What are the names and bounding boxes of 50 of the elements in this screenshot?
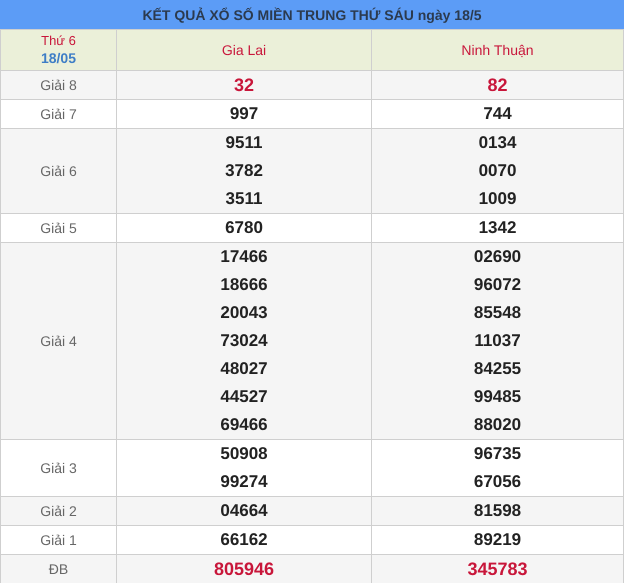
- lottery-number: 3511: [226, 188, 262, 210]
- date-label: 18/05: [40, 49, 76, 68]
- prize-label: Giải 5: [40, 220, 77, 236]
- lottery-number: 32: [234, 74, 254, 97]
- lottery-number: 0134: [478, 132, 516, 154]
- prize-label: Giải 1: [40, 532, 77, 548]
- lottery-number: 48027: [220, 358, 268, 380]
- lottery-number: 67056: [474, 471, 522, 493]
- lottery-number: 744: [483, 103, 512, 125]
- province-header: Gia Lai: [222, 42, 266, 58]
- lottery-number: 99485: [474, 386, 522, 408]
- lottery-number: 345783: [467, 558, 528, 581]
- lottery-number: 89219: [474, 529, 522, 551]
- lottery-number: 50908: [220, 443, 268, 465]
- lottery-number: 02690: [474, 246, 522, 268]
- lottery-number: 20043: [220, 302, 268, 324]
- prize-label: Giải 3: [40, 460, 77, 476]
- lottery-number: 96072: [474, 274, 522, 296]
- lottery-number: 6780: [225, 217, 263, 239]
- lottery-number: 11037: [474, 330, 521, 352]
- lottery-number: 81598: [474, 500, 522, 522]
- lottery-number: 84255: [474, 358, 522, 380]
- lottery-number: 44527: [220, 386, 268, 408]
- title-bar: KẾT QUẢ XỔ SỐ MIỀN TRUNG THỨ SÁU ngày 18/5: [0, 0, 624, 29]
- prize-label: Giải 6: [40, 163, 77, 179]
- lottery-number: 66162: [220, 529, 268, 551]
- lottery-number: 9511: [226, 132, 262, 154]
- prize-label: Giải 7: [40, 106, 77, 122]
- lottery-number: 0070: [478, 160, 516, 182]
- lottery-number: 3782: [225, 160, 263, 182]
- lottery-number: 04664: [220, 500, 268, 522]
- lottery-number: 85548: [474, 302, 522, 324]
- lottery-number: 88020: [474, 414, 522, 436]
- lottery-number: 18666: [220, 274, 268, 296]
- lottery-number: 805946: [214, 558, 274, 581]
- prize-label: Giải 4: [40, 333, 77, 349]
- day-label: Thứ 6: [41, 32, 76, 49]
- prize-label: ĐB: [48, 561, 68, 577]
- prize-label: Giải 8: [40, 77, 77, 93]
- lottery-number: 73024: [220, 330, 268, 352]
- prize-label: Giải 2: [40, 503, 77, 519]
- lottery-number: 82: [487, 74, 508, 97]
- lottery-number: 96735: [474, 443, 522, 465]
- lottery-number: 69466: [220, 414, 268, 436]
- lottery-number: 997: [230, 103, 258, 125]
- lottery-number: 99274: [220, 471, 268, 493]
- lottery-number: 17466: [220, 246, 268, 268]
- province-header: Ninh Thuận: [461, 42, 534, 58]
- lottery-number: 1009: [478, 188, 516, 210]
- lottery-number: 1342: [478, 217, 516, 239]
